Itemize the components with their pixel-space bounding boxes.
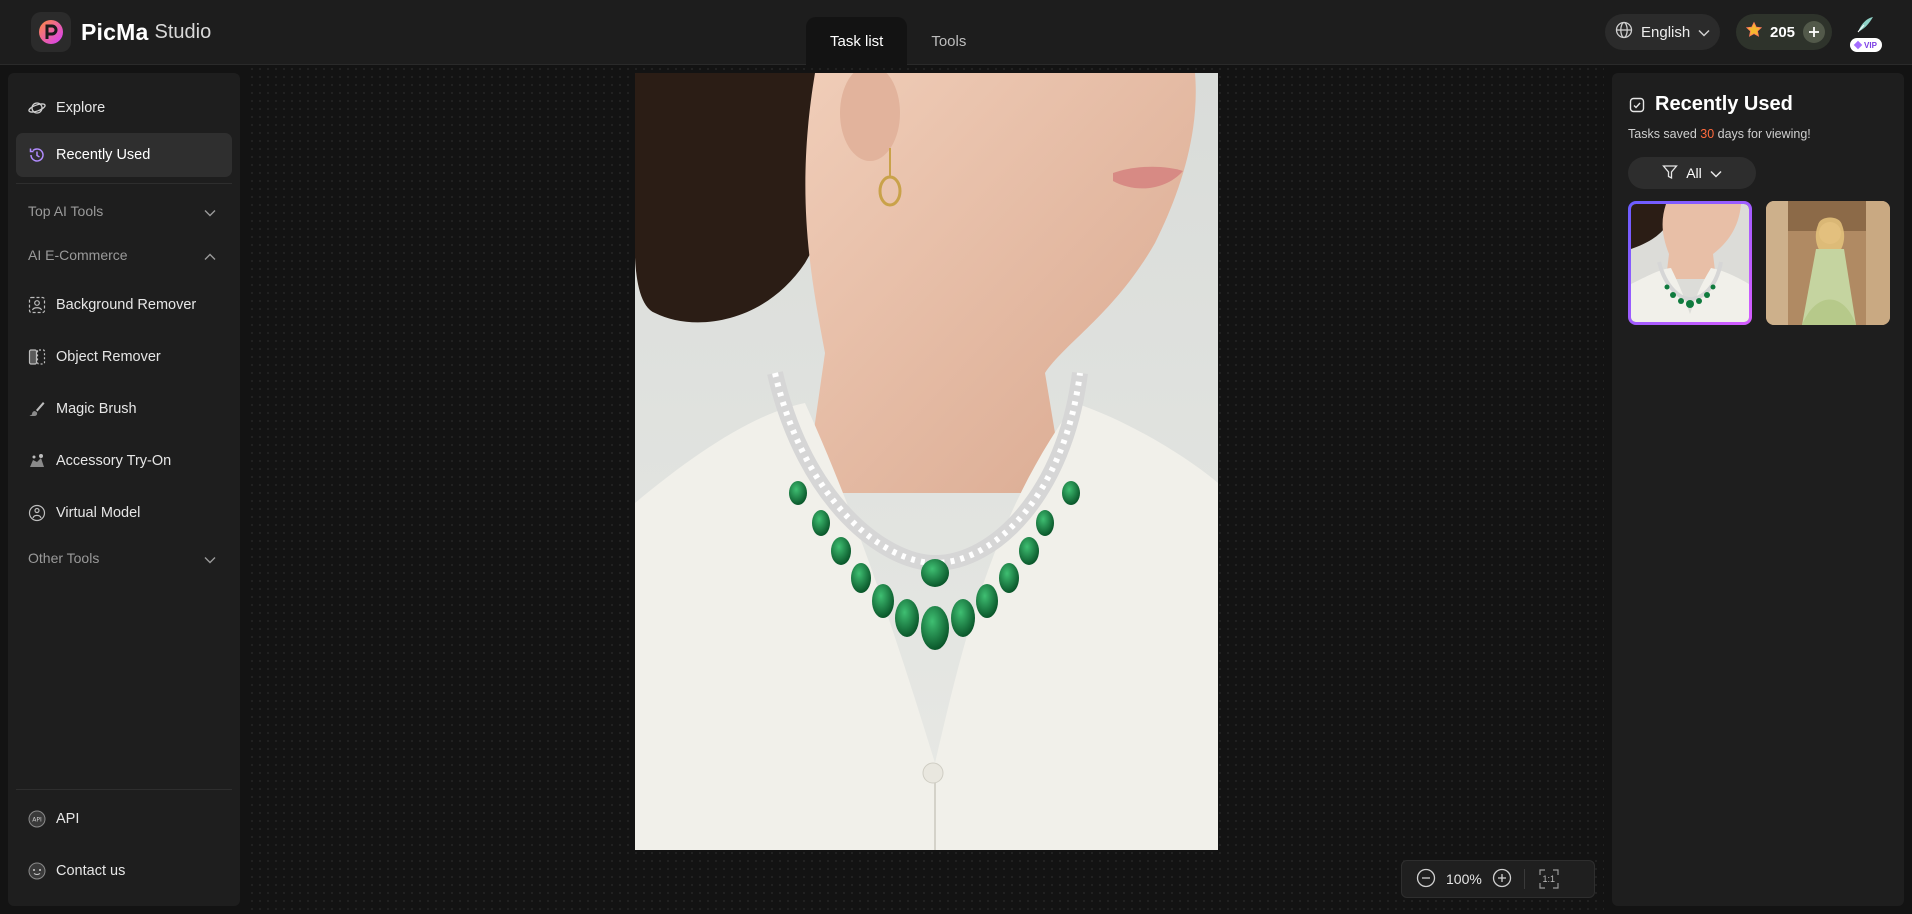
- note-prefix: Tasks saved: [1628, 127, 1701, 141]
- chevron-up-icon: [204, 248, 216, 264]
- zoom-separator: [1523, 869, 1525, 889]
- brand-name: PicMa: [81, 18, 149, 45]
- api-icon: API: [28, 810, 46, 828]
- sidebar-divider: [16, 789, 232, 790]
- sidebar-item-label: Explore: [56, 100, 106, 116]
- svg-text:API: API: [32, 817, 42, 824]
- filter-dropdown[interactable]: All: [1628, 157, 1756, 189]
- object-remover-icon: [28, 348, 46, 366]
- picma-logo-icon: [31, 12, 71, 52]
- sidebar-item-label: Object Remover: [56, 349, 161, 365]
- zoom-out-icon[interactable]: [1416, 868, 1436, 891]
- sidebar-item-virtual-model[interactable]: Virtual Model: [16, 491, 232, 535]
- retention-note: Tasks saved 30 days for viewing!: [1628, 127, 1811, 141]
- vip-badge: VIP: [1850, 38, 1882, 52]
- sidebar-item-accessory-try-on[interactable]: Accessory Try-On: [16, 439, 232, 483]
- sidebar-item-label: API: [56, 811, 80, 827]
- top-bar: PicMa Studio Task list Tools English 205…: [0, 0, 1912, 65]
- chevron-down-icon: [204, 551, 216, 567]
- accessory-icon: [28, 452, 46, 470]
- vip-label: VIP: [1864, 40, 1877, 50]
- sidebar-item-label: Virtual Model: [56, 505, 141, 521]
- user-avatar[interactable]: VIP: [1848, 12, 1888, 54]
- chevron-down-icon: [1698, 24, 1710, 41]
- globe-icon: [1615, 21, 1633, 43]
- planet-icon: [28, 99, 46, 117]
- language-selector[interactable]: English: [1605, 14, 1720, 50]
- sidebar-divider: [16, 183, 232, 184]
- note-days: 30: [1700, 127, 1715, 141]
- section-ai-ecommerce[interactable]: AI E-Commerce: [16, 240, 232, 270]
- sidebar-item-label: Contact us: [56, 863, 126, 879]
- result-image[interactable]: [635, 73, 1218, 850]
- brush-icon: [28, 400, 46, 418]
- sidebar-item-contact-us[interactable]: Contact us: [16, 849, 232, 893]
- tab-task-list[interactable]: Task list: [806, 17, 908, 65]
- zoom-in-icon[interactable]: [1492, 868, 1512, 891]
- section-label: Top AI Tools: [28, 203, 104, 219]
- sidebar-item-label: Accessory Try-On: [56, 453, 172, 469]
- chat-icon: [28, 862, 46, 880]
- section-label: AI E-Commerce: [28, 247, 128, 263]
- credits-count: 205: [1770, 23, 1796, 41]
- credits-balance[interactable]: 205: [1736, 14, 1832, 50]
- sidebar-item-label: Magic Brush: [56, 401, 137, 417]
- zoom-controls: 100% 1:1: [1401, 860, 1595, 898]
- language-label: English: [1641, 23, 1691, 41]
- section-other-tools[interactable]: Other Tools: [16, 543, 232, 573]
- tab-tools[interactable]: Tools: [907, 17, 990, 65]
- actual-size-button[interactable]: 1:1: [1539, 869, 1559, 889]
- chevron-down-icon: [1710, 165, 1722, 181]
- filter-icon: [1662, 164, 1679, 183]
- saved-tasks-icon: [1628, 96, 1646, 114]
- main-tabs: Task list Tools: [806, 17, 990, 65]
- add-credits-button[interactable]: [1803, 21, 1826, 43]
- background-remover-icon: [28, 296, 46, 314]
- star-icon: [1745, 21, 1763, 43]
- app-logo[interactable]: PicMa Studio: [31, 12, 211, 52]
- zoom-level: 100%: [1446, 871, 1482, 887]
- sidebar-item-background-remover[interactable]: Background Remover: [16, 283, 232, 327]
- sidebar-item-object-remover[interactable]: Object Remover: [16, 335, 232, 379]
- sidebar-item-label: Background Remover: [56, 297, 197, 313]
- panel-title: Recently Used: [1628, 93, 1793, 116]
- recent-thumbnail-gown[interactable]: [1766, 201, 1890, 325]
- actual-size-label: 1:1: [1542, 874, 1556, 884]
- virtual-model-icon: [28, 504, 46, 522]
- sidebar-item-explore[interactable]: Explore: [16, 86, 232, 130]
- sidebar-item-label: Recently Used: [56, 147, 151, 163]
- panel-title-text: Recently Used: [1655, 93, 1793, 115]
- sidebar-item-magic-brush[interactable]: Magic Brush: [16, 387, 232, 431]
- note-suffix: days for viewing!: [1714, 127, 1811, 141]
- section-top-ai-tools[interactable]: Top AI Tools: [16, 196, 232, 226]
- sidebar-item-recently-used[interactable]: Recently Used: [16, 133, 232, 177]
- recent-thumbnail-necklace[interactable]: [1628, 201, 1752, 325]
- sidebar-item-api[interactable]: API API: [16, 797, 232, 841]
- history-icon: [28, 146, 46, 164]
- diamond-icon: [1853, 40, 1863, 50]
- section-label: Other Tools: [28, 550, 100, 566]
- avatar-icon: [1857, 17, 1873, 33]
- chevron-down-icon: [204, 204, 216, 220]
- sidebar: Explore Recently Used Top AI Tools AI E-…: [8, 73, 240, 906]
- filter-label: All: [1686, 165, 1702, 181]
- recently-used-panel: Recently Used Tasks saved 30 days for vi…: [1612, 73, 1904, 906]
- brand-product: Studio: [154, 20, 212, 43]
